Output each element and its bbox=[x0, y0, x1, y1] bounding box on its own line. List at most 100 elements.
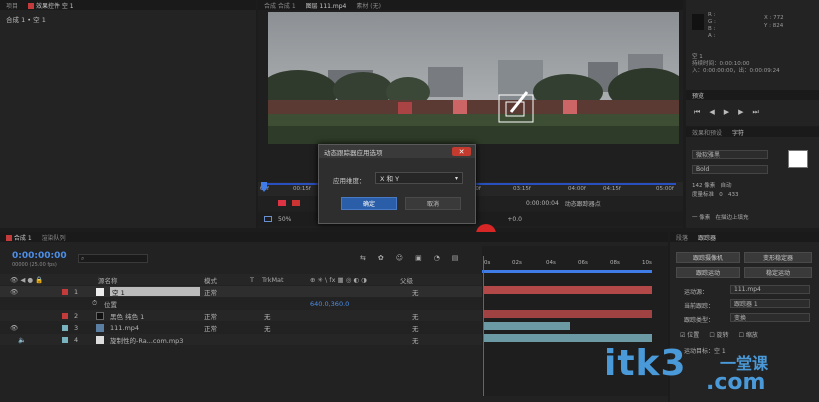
motion-source-select[interactable]: 111.mp4 bbox=[730, 285, 810, 294]
current-time-indicator[interactable] bbox=[483, 256, 484, 396]
tab-timeline[interactable]: 合成 1 bbox=[6, 233, 32, 242]
visibility-icon[interactable]: 👁 bbox=[10, 288, 18, 296]
track-camera-button[interactable]: 跟踪摄像机 bbox=[676, 252, 740, 263]
ruler-label: 06s bbox=[578, 260, 588, 266]
warp-stabilizer-button[interactable]: 变形稳定器 bbox=[744, 252, 812, 263]
layer-row[interactable]: 🔈 4 旋制性的-Ra...com.mp3 无 bbox=[0, 334, 482, 345]
rotation-checkbox[interactable]: ☐ 旋转 bbox=[709, 330, 728, 339]
audio-icon[interactable]: 🔈 bbox=[18, 336, 26, 344]
first-frame-icon[interactable]: ⏮ bbox=[694, 108, 700, 117]
comp-timecode[interactable]: 0:00:00:04 bbox=[526, 200, 559, 207]
layer-bar-audio[interactable] bbox=[484, 334, 652, 342]
scale-checkbox[interactable]: ☐ 缩放 bbox=[739, 330, 758, 339]
ok-button[interactable]: 确定 bbox=[341, 197, 397, 210]
tab-layer[interactable]: 图层 111.mp4 bbox=[306, 1, 347, 10]
dimension-select[interactable]: X 和 Y ▾ bbox=[375, 172, 463, 184]
layer-bar-null[interactable] bbox=[484, 286, 652, 294]
fill-color-swatch[interactable] bbox=[788, 150, 808, 168]
col-mode[interactable]: 模式 bbox=[204, 275, 217, 285]
layer-bar-solid[interactable] bbox=[484, 310, 652, 318]
track-type-select[interactable]: 变换 bbox=[730, 313, 810, 322]
layer-mode[interactable]: 正常 bbox=[204, 287, 217, 297]
visibility-icon[interactable]: 👁 bbox=[10, 324, 18, 332]
tab-effects-presets[interactable]: 效果和预设 bbox=[692, 128, 722, 137]
track-motion-button[interactable]: 跟踪运动 bbox=[676, 267, 740, 278]
next-frame-icon[interactable]: ▶ bbox=[738, 108, 743, 117]
tab-tracker[interactable]: 跟踪器 bbox=[698, 233, 716, 242]
motion-source-label: 运动源： bbox=[684, 289, 709, 296]
track-options: ☑ 位置 ☐ 旋转 ☐ 缩放 bbox=[680, 330, 758, 339]
layer-row[interactable]: 👁 3 111.mp4 正常 无 无 bbox=[0, 322, 482, 333]
layer-name[interactable]: 旋制性的-Ra...com.mp3 bbox=[110, 335, 183, 345]
font-select[interactable]: 微软雅黑 bbox=[692, 150, 768, 159]
comp-flowchart-icon[interactable]: ⇆ bbox=[360, 254, 366, 262]
show-snapshot-icon[interactable] bbox=[292, 200, 300, 206]
layer-number: 2 bbox=[74, 311, 79, 320]
info-rgba: R :G :B :A : bbox=[708, 12, 716, 39]
play-icon[interactable]: ▶ bbox=[724, 108, 729, 117]
motion-blur-icon[interactable]: ◔ bbox=[434, 254, 440, 262]
font-style-select[interactable]: Bold bbox=[692, 165, 768, 174]
layer-parent[interactable]: 无 bbox=[412, 311, 419, 321]
work-area-bar[interactable] bbox=[482, 270, 652, 273]
track-value[interactable]: +0.0 bbox=[507, 216, 522, 223]
layer-parent[interactable]: 无 bbox=[412, 323, 419, 333]
layer-row[interactable]: 👁 1 空 1 正常 无 bbox=[0, 286, 482, 297]
ruler-label: 02s bbox=[512, 260, 522, 266]
layer-label-swatch[interactable] bbox=[62, 324, 68, 331]
tab-character[interactable]: 字符 bbox=[732, 128, 744, 137]
tab-footage[interactable]: 素材 (无) bbox=[356, 1, 381, 10]
tab-render-queue[interactable]: 渲染队列 bbox=[42, 233, 66, 242]
col-t[interactable]: T bbox=[250, 276, 254, 284]
tab-project[interactable]: 项目 bbox=[6, 1, 18, 10]
layer-trkmat[interactable]: 无 bbox=[264, 323, 271, 333]
timeline-timecode[interactable]: 0:00:00:00 bbox=[12, 251, 67, 261]
layer-label-swatch[interactable] bbox=[62, 336, 68, 343]
layer-name[interactable]: 空 1 bbox=[110, 287, 200, 297]
layer-row[interactable]: 2 黑色 纯色 1 正常 无 无 bbox=[0, 310, 482, 321]
prev-frame-icon[interactable]: ◀ bbox=[709, 108, 714, 117]
info-panel: R :G :B :A : X : 772 Y : 824 空 1 持续时间：0:0… bbox=[686, 0, 819, 90]
property-row[interactable]: ⏱ 位置 640.0,360.0 bbox=[0, 298, 482, 309]
stopwatch-icon[interactable]: ⏱ bbox=[92, 299, 97, 308]
ruler-label: 04:00f bbox=[568, 186, 586, 192]
cancel-button[interactable]: 取消 bbox=[405, 197, 461, 210]
layer-name[interactable]: 黑色 纯色 1 bbox=[110, 311, 144, 321]
tab-paragraph[interactable]: 段落 bbox=[676, 233, 688, 242]
timeline-panel: 合成 1 渲染队列 0:00:00:00 00000 (25.00 fps) ⌕… bbox=[0, 232, 668, 402]
ruler-label: 03:15f bbox=[513, 186, 531, 192]
layer-parent[interactable]: 无 bbox=[412, 335, 419, 345]
shy-icon[interactable]: ☺ bbox=[396, 254, 403, 262]
monitor-icon[interactable] bbox=[264, 216, 272, 222]
last-frame-icon[interactable]: ⏭ bbox=[752, 108, 758, 117]
effect-controls-header: 合成 1 • 空 1 bbox=[6, 16, 46, 24]
layer-parent[interactable]: 无 bbox=[412, 287, 419, 297]
time-ruler[interactable]: 0s 02s 04s 06s 08s 10s bbox=[482, 256, 668, 270]
tab-effect-controls[interactable]: 效果控件 空 1 bbox=[28, 1, 74, 10]
layer-bar-video[interactable] bbox=[484, 322, 570, 330]
col-trkmat[interactable]: TrkMat bbox=[262, 276, 284, 284]
video-frame[interactable] bbox=[268, 12, 679, 144]
position-checkbox[interactable]: ☑ 位置 bbox=[680, 330, 699, 339]
snapshot-icon[interactable] bbox=[278, 200, 286, 206]
layer-name[interactable]: 111.mp4 bbox=[110, 324, 139, 332]
col-source-name[interactable]: 源名称 bbox=[98, 275, 118, 285]
layer-label-swatch[interactable] bbox=[62, 312, 68, 319]
stabilize-motion-button[interactable]: 稳定运动 bbox=[744, 267, 812, 278]
position-value[interactable]: 640.0,360.0 bbox=[310, 300, 349, 308]
tab-preview[interactable]: 预览 bbox=[692, 91, 704, 100]
zoom-level[interactable]: 50% bbox=[278, 216, 291, 223]
layer-label-swatch[interactable] bbox=[62, 288, 68, 295]
graph-editor-icon[interactable]: ▤ bbox=[452, 254, 459, 262]
search-field[interactable]: ⌕ bbox=[78, 254, 148, 263]
layer-trkmat[interactable]: 无 bbox=[264, 311, 271, 321]
layer-mode[interactable]: 正常 bbox=[204, 311, 217, 321]
col-parent[interactable]: 父级 bbox=[400, 275, 413, 285]
layer-mode[interactable]: 正常 bbox=[204, 323, 217, 333]
current-track-select[interactable]: 跟踪器 1 bbox=[730, 299, 810, 308]
tab-composition[interactable]: 合成 合成 1 bbox=[264, 1, 296, 10]
frame-blend-icon[interactable]: ▣ bbox=[415, 254, 422, 262]
draft-3d-icon[interactable]: ✿ bbox=[378, 254, 384, 262]
stroke-settings[interactable]: 一 像素 在描边上填充 bbox=[692, 213, 749, 221]
dialog-close-button[interactable]: ✕ bbox=[452, 147, 471, 156]
